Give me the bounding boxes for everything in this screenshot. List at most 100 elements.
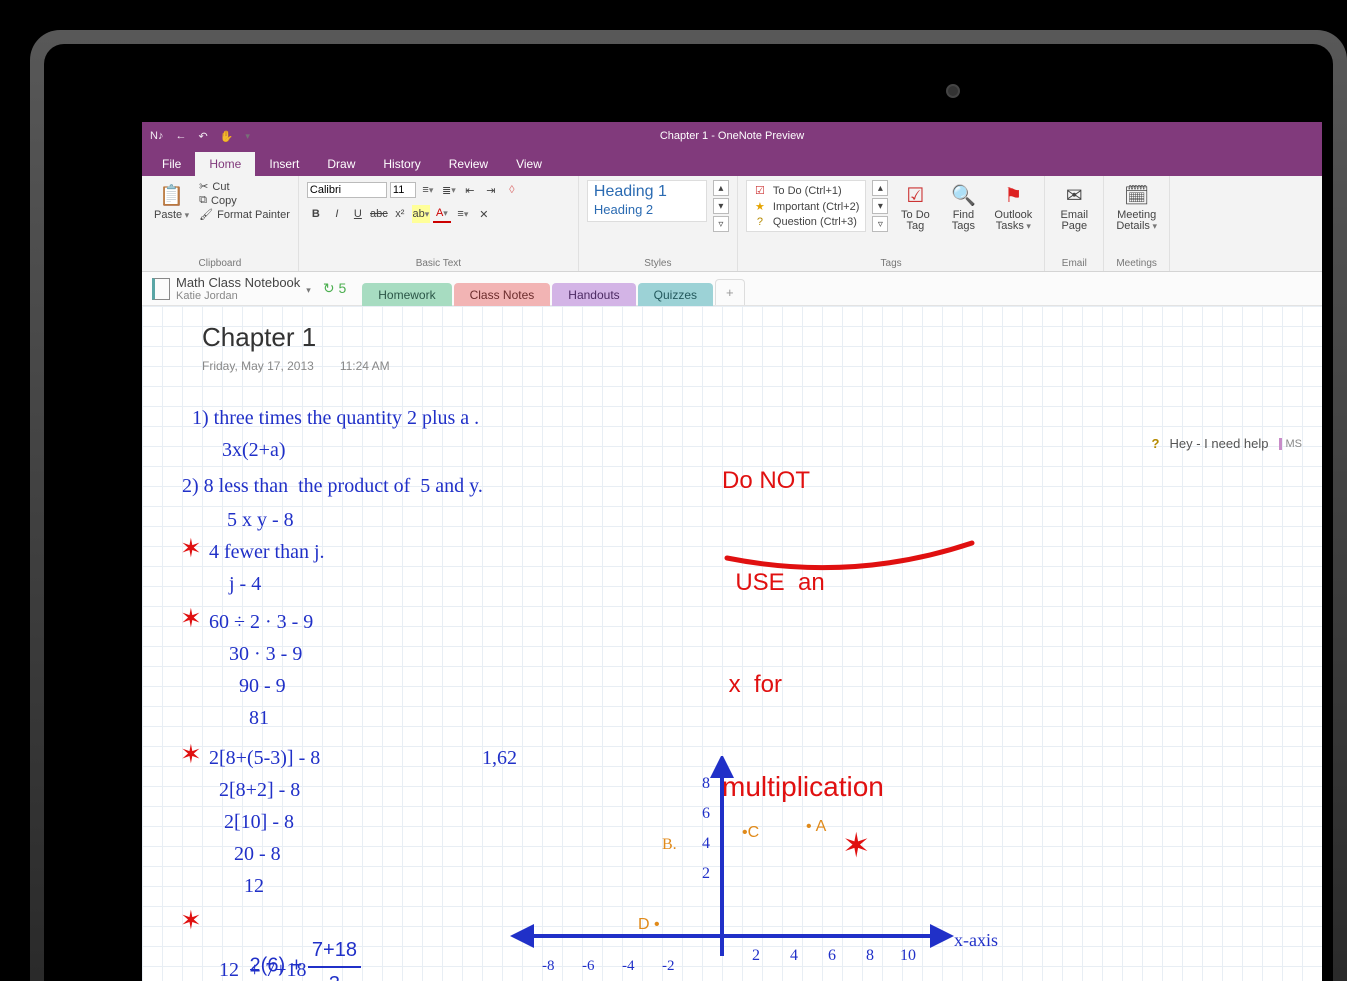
tab-file[interactable]: File	[148, 152, 195, 176]
ribbon: 📋 Paste ✂Cut ⧉Copy 🖌Format Painter Clipb…	[142, 176, 1322, 272]
font-family-select[interactable]	[307, 182, 387, 198]
font-color-button[interactable]: A	[433, 205, 451, 223]
bullets-button[interactable]: ≡	[419, 181, 437, 199]
point-d-label: D	[638, 916, 650, 933]
red-underline	[722, 538, 982, 588]
outlook-tasks-button[interactable]: ⚑Outlook Tasks	[990, 180, 1036, 234]
envelope-icon: ✉	[1061, 182, 1087, 208]
find-tags-button[interactable]: 🔍Find Tags	[942, 180, 984, 234]
titlebar: N♪ ← ↶ ✋ Chapter 1 - OneNote Preview	[142, 122, 1322, 150]
ink-q5-line2: 2[8+2] - 8	[204, 774, 300, 806]
strike-button[interactable]: abc	[370, 205, 388, 223]
notebook-dropdown-icon[interactable]	[306, 282, 311, 296]
tag-question-label: Question (Ctrl+3)	[773, 216, 857, 228]
page-title[interactable]: Chapter 1	[202, 322, 390, 353]
tab-review[interactable]: Review	[435, 152, 502, 176]
format-painter-button[interactable]: 🖌 Format Painter	[199, 208, 290, 221]
outlook-tasks-label: Outlook Tasks	[994, 210, 1032, 232]
ink-q4-line1: 60 ÷ 2 · 3 - 9	[204, 606, 313, 638]
tab-home[interactable]: Home	[195, 152, 255, 176]
tab-history[interactable]: History	[369, 152, 434, 176]
email-page-button[interactable]: ✉Email Page	[1053, 180, 1095, 234]
tag-todo[interactable]: ☑To Do (Ctrl+1)	[753, 183, 860, 198]
cut-button[interactable]: ✂ Cut	[199, 180, 290, 193]
cut-label: Cut	[212, 181, 229, 193]
ink-red-line3: x for	[722, 668, 884, 702]
copy-label: Copy	[211, 195, 237, 207]
styles-gallery[interactable]: Heading 1 Heading 2	[587, 180, 707, 222]
sync-count: 5	[338, 280, 346, 296]
format-painter-label: Format Painter	[217, 209, 290, 221]
group-label-email: Email	[1053, 256, 1095, 269]
styles-scroll-down[interactable]: ▾	[713, 198, 729, 214]
tag-question[interactable]: ?Question (Ctrl+3)	[753, 215, 860, 229]
ytick-2: 2	[702, 858, 710, 890]
underline-button[interactable]: U	[349, 205, 367, 223]
section-tab-homework[interactable]: Homework	[362, 283, 451, 306]
scissors-icon: ✂	[199, 180, 208, 193]
tags-expand[interactable]: ▿	[872, 216, 888, 232]
sync-badge: ↻ 5	[317, 280, 346, 297]
app-badge: N♪	[146, 128, 167, 144]
tags-scroll-down[interactable]: ▾	[872, 198, 888, 214]
red-star-mark-1: ✶	[180, 534, 202, 564]
ink-q5-line5: 12	[204, 870, 264, 902]
ytick-6: 6	[702, 798, 710, 830]
subscript-button[interactable]: x²	[391, 205, 409, 223]
qat-customize-button[interactable]	[241, 128, 254, 144]
indent-button[interactable]: ⇥	[482, 181, 500, 199]
paintbrush-icon: 🖌	[199, 208, 213, 221]
align-button[interactable]: ≡	[454, 205, 472, 223]
tags-scroll-up[interactable]: ▴	[872, 180, 888, 196]
notebook-bar: Math Class Notebook Katie Jordan ↻ 5 Hom…	[142, 272, 1322, 306]
section-tab-quizzes[interactable]: Quizzes	[638, 283, 713, 306]
ink-q2-line1: 2) 8 less than the product of 5 and y.	[182, 470, 483, 502]
xtick-n4: -4	[622, 950, 635, 981]
comment-text: Hey - I need help	[1169, 436, 1268, 451]
todo-tag-button[interactable]: ☑To Do Tag	[894, 180, 936, 234]
group-label-basic-text: Basic Text	[307, 256, 570, 269]
undo-button[interactable]: ↶	[194, 128, 211, 145]
meeting-details-button[interactable]: 🗓Meeting Details	[1112, 180, 1161, 234]
tag-important[interactable]: ★Important (Ctrl+2)	[753, 199, 860, 214]
eraser-icon[interactable]: ◊	[503, 181, 521, 199]
tab-draw[interactable]: Draw	[313, 152, 369, 176]
styles-scroll-up[interactable]: ▴	[713, 180, 729, 196]
tab-view[interactable]: View	[502, 152, 556, 176]
outdent-button[interactable]: ⇤	[461, 181, 479, 199]
page-header: Chapter 1 Friday, May 17, 2013 11:24 AM	[202, 322, 390, 373]
flag-icon: ⚑	[1000, 182, 1026, 208]
highlight-button[interactable]: ab	[412, 205, 430, 223]
ribbon-tabs: File Home Insert Draw History Review Vie…	[142, 150, 1322, 176]
bold-button[interactable]: B	[307, 205, 325, 223]
page-canvas[interactable]: Chapter 1 Friday, May 17, 2013 11:24 AM …	[142, 306, 1322, 981]
section-tab-handouts[interactable]: Handouts	[552, 283, 635, 306]
clear-format-button[interactable]: ✕	[475, 205, 493, 223]
style-heading1[interactable]: Heading 1	[594, 183, 700, 201]
tablet-frame: N♪ ← ↶ ✋ Chapter 1 - OneNote Preview Fil…	[30, 30, 1347, 981]
copy-button[interactable]: ⧉Copy	[199, 194, 290, 207]
xtick-8: 8	[866, 940, 874, 972]
font-size-select[interactable]	[390, 182, 416, 198]
red-star-mark-3: ✶	[180, 740, 202, 770]
todo-tag-label: To Do Tag	[901, 210, 930, 232]
group-tags: ☑To Do (Ctrl+1) ★Important (Ctrl+2) ?Que…	[738, 176, 1045, 271]
add-section-button[interactable]: +	[715, 279, 745, 305]
section-tab-classnotes[interactable]: Class Notes	[454, 283, 551, 306]
clipboard-icon: 📋	[159, 182, 185, 208]
point-c-label: C	[748, 824, 760, 841]
paste-button[interactable]: 📋 Paste	[150, 180, 193, 223]
touch-mode-button[interactable]: ✋	[216, 128, 238, 145]
tab-insert[interactable]: Insert	[255, 152, 313, 176]
numbering-button[interactable]: ≣	[440, 181, 458, 199]
style-heading2[interactable]: Heading 2	[594, 201, 700, 219]
search-icon: 🔍	[950, 182, 976, 208]
point-d: D •	[638, 916, 660, 934]
italic-button[interactable]: I	[328, 205, 346, 223]
ink-q2-line2: 5 x y - 8	[192, 504, 294, 536]
styles-expand[interactable]: ▿	[713, 216, 729, 232]
point-a-label: A	[816, 818, 827, 835]
comment-block[interactable]: ? Hey - I need help MS	[1152, 436, 1302, 451]
back-button[interactable]: ←	[171, 128, 190, 144]
notebook-picker[interactable]: Math Class Notebook Katie Jordan ↻ 5	[142, 272, 356, 305]
